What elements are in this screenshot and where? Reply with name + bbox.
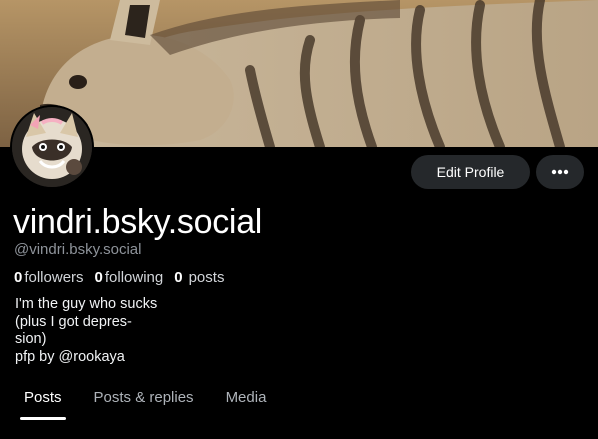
more-options-button[interactable] [536, 155, 584, 189]
followers-label: followers [24, 269, 84, 286]
followers-stat[interactable]: 0 followers [14, 269, 84, 287]
active-tab-indicator [20, 417, 66, 420]
following-label: following [104, 269, 164, 286]
banner-hyena-image [0, 0, 598, 147]
edit-profile-button[interactable]: Edit Profile [411, 155, 530, 189]
tab-posts-and-replies[interactable]: Posts & replies [78, 380, 210, 420]
followers-count: 0 [14, 269, 23, 286]
posts-label: posts [188, 269, 225, 286]
bio-line: pfp by @rookaya [15, 348, 125, 365]
avatar-hyena-illustration [12, 107, 92, 187]
posts-count: 0 [174, 269, 183, 286]
profile-handle: @vindri.bsky.social [14, 241, 142, 258]
profile-banner[interactable] [0, 0, 598, 147]
profile-tabs: Posts Posts & replies Media [0, 380, 598, 420]
tab-label: Media [225, 389, 267, 406]
tab-label: Posts & replies [93, 389, 194, 406]
tab-media[interactable]: Media [210, 380, 283, 420]
profile-bio: I'm the guy who sucks (plus I got depres… [15, 296, 175, 366]
bio-line: I'm the guy who sucks [15, 296, 158, 312]
posts-stat: 0 posts [174, 269, 224, 287]
tab-label: Posts [24, 389, 62, 406]
bio-line: sion) [15, 331, 47, 347]
following-stat[interactable]: 0 following [95, 269, 164, 287]
display-name: vindri.bsky.social [13, 203, 263, 241]
following-count: 0 [94, 269, 103, 286]
avatar[interactable] [10, 105, 94, 189]
bio-line: (plus I got depres- [15, 313, 132, 330]
tab-posts[interactable]: Posts [8, 380, 78, 420]
ellipsis-icon [551, 169, 569, 175]
profile-stats: 0 followers 0 following 0 posts [14, 269, 235, 287]
